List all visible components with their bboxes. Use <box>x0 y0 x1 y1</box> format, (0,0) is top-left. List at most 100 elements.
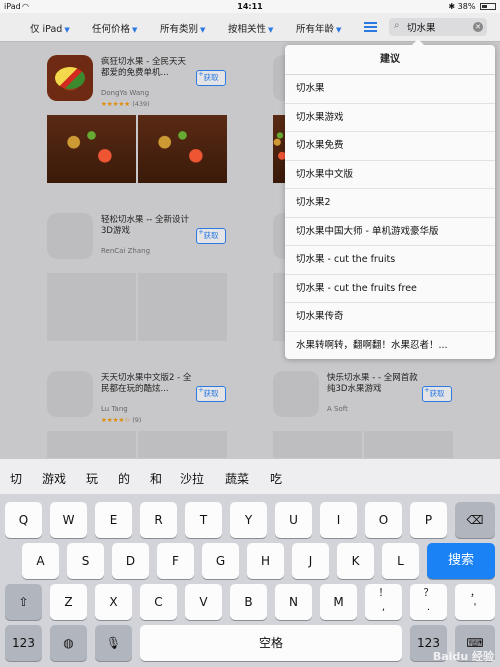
filter-age[interactable]: 所有年龄 ▼ <box>296 21 341 35</box>
app-name: 轻松切水果 -- 全新设计3D游戏 <box>101 215 190 236</box>
app-icon <box>47 371 93 417</box>
suggestion-item[interactable]: 水果转啊转，翻啊翻！水果忍者！... <box>285 332 495 361</box>
search-input[interactable] <box>407 18 469 36</box>
key-e[interactable]: E <box>95 502 132 538</box>
key-a[interactable]: A <box>22 543 59 579</box>
backspace-key[interactable]: ⌫ <box>455 502 495 538</box>
chevron-down-icon: ▼ <box>200 26 206 34</box>
app-screenshot <box>47 431 136 458</box>
suggestion-item[interactable]: 切水果免费 <box>285 132 495 161</box>
candidate-word[interactable]: 蔬菜 <box>225 470 249 487</box>
bluetooth-icon: ✱ <box>448 2 456 11</box>
app-screenshot <box>138 273 227 341</box>
suggestion-item[interactable]: 切水果 <box>285 75 495 104</box>
suggestions-title: 建议 <box>285 45 495 75</box>
app-developer: A Soft <box>327 405 348 413</box>
app-screenshot <box>138 115 227 183</box>
search-key[interactable]: 搜索 <box>427 543 495 579</box>
suggestion-item[interactable]: 切水果 - cut the fruits <box>285 246 495 275</box>
app-icon <box>47 55 93 101</box>
key-exclaim-comma[interactable]: ！ , <box>365 584 402 620</box>
key-p[interactable]: P <box>410 502 447 538</box>
globe-key[interactable]: ◍ <box>50 625 87 661</box>
suggestions-popover: 建议 切水果 切水果游戏 切水果免费 切水果中文版 切水果2 切水果中国大师 -… <box>285 39 495 361</box>
app-developer: RenCai Zhang <box>101 247 151 255</box>
dictation-key[interactable]: 🎙 <box>95 625 132 661</box>
clear-icon[interactable]: ✕ <box>473 22 483 32</box>
key-d[interactable]: D <box>112 543 149 579</box>
app-icon <box>273 371 319 417</box>
key-v[interactable]: V <box>185 584 222 620</box>
key-x[interactable]: X <box>95 584 132 620</box>
candidate-word[interactable]: 切 <box>10 470 22 487</box>
key-q[interactable]: Q <box>5 502 42 538</box>
app-screenshot <box>47 115 136 183</box>
key-f[interactable]: F <box>157 543 194 579</box>
key-question-period[interactable]: ？ . <box>410 584 447 620</box>
key-n[interactable]: N <box>275 584 312 620</box>
key-k[interactable]: K <box>337 543 374 579</box>
suggestion-item[interactable]: 切水果中文版 <box>285 161 495 189</box>
suggestion-item[interactable]: 切水果2 <box>285 189 495 218</box>
key-r[interactable]: R <box>140 502 177 538</box>
candidate-word[interactable]: 和 <box>150 470 162 487</box>
key-u[interactable]: U <box>275 502 312 538</box>
key-o[interactable]: O <box>365 502 402 538</box>
app-developer: Lu Tang <box>101 405 128 413</box>
filter-toolbar: 仅 iPad▼ 任何价格▼ 所有类别▼ 按相关性▼ 所有年龄▼ ⌕ ✕ <box>0 13 500 42</box>
search-bar[interactable]: ⌕ ✕ <box>389 18 487 36</box>
status-bar: iPad ◠ 14:11 ✱ 38% <box>0 0 500 13</box>
suggestion-item[interactable]: 切水果游戏 <box>285 104 495 132</box>
chevron-down-icon: ▼ <box>64 26 70 34</box>
key-l[interactable]: L <box>382 543 419 579</box>
app-name: 快乐切水果 - - 全网首款纯3D水果游戏 <box>327 373 418 394</box>
key-z[interactable]: Z <box>50 584 87 620</box>
key-c[interactable]: C <box>140 584 177 620</box>
on-screen-keyboard: Q W E R T Y U I O P ⌫ A S D F G H J K L … <box>0 494 500 667</box>
key-w[interactable]: W <box>50 502 87 538</box>
key-comma-apostrophe[interactable]: ， ' <box>455 584 495 620</box>
backspace-icon: ⌫ <box>466 513 484 527</box>
filter-category[interactable]: 所有类别 ▼ <box>160 21 205 35</box>
chevron-down-icon: ▼ <box>336 26 342 34</box>
battery-icon <box>480 3 496 10</box>
suggestion-item[interactable]: 切水果传奇 <box>285 303 495 332</box>
app-name: 疯狂切水果 - 全民天天都爱的免费单机... <box>101 57 186 78</box>
numbers-key[interactable]: 123 <box>5 625 42 661</box>
app-icon <box>47 213 93 259</box>
key-m[interactable]: M <box>320 584 357 620</box>
filter-sort[interactable]: 按相关性 ▼ <box>228 21 273 35</box>
shift-key[interactable]: ⇧ <box>5 584 42 620</box>
app-screenshot <box>364 431 453 458</box>
battery-indicator: ✱ 38% <box>448 2 496 11</box>
search-icon: ⌕ <box>394 20 400 31</box>
key-y[interactable]: Y <box>230 502 267 538</box>
get-button[interactable]: 获取 <box>196 67 226 86</box>
app-screenshot <box>273 431 362 458</box>
key-j[interactable]: J <box>292 543 329 579</box>
watermark: Baidu 经验 <box>432 650 494 663</box>
filter-device[interactable]: 仅 iPad ▼ <box>30 21 70 35</box>
key-s[interactable]: S <box>67 543 104 579</box>
app-screenshot <box>138 431 227 458</box>
space-key[interactable]: 空格 <box>140 625 402 661</box>
candidate-word[interactable]: 游戏 <box>42 470 66 487</box>
candidate-word[interactable]: 的 <box>118 470 130 487</box>
key-t[interactable]: T <box>185 502 222 538</box>
candidate-word[interactable]: 沙拉 <box>180 470 204 487</box>
key-b[interactable]: B <box>230 584 267 620</box>
filter-price[interactable]: 任何价格 ▼ <box>92 21 137 35</box>
key-g[interactable]: G <box>202 543 239 579</box>
microphone-icon: 🎙 <box>105 636 122 650</box>
list-view-icon[interactable] <box>364 22 377 32</box>
get-button[interactable]: 获取 <box>422 383 452 402</box>
key-i[interactable]: I <box>320 502 357 538</box>
key-h[interactable]: H <box>247 543 284 579</box>
get-button[interactable]: 获取 <box>196 225 226 244</box>
candidate-word[interactable]: 吃 <box>270 470 282 487</box>
suggestion-item[interactable]: 切水果中国大师 - 单机游戏豪华版 <box>285 218 495 246</box>
app-rating: ★★★★☆ (9) <box>101 416 142 424</box>
suggestion-item[interactable]: 切水果 - cut the fruits free <box>285 275 495 303</box>
candidate-word[interactable]: 玩 <box>86 470 98 487</box>
get-button[interactable]: 获取 <box>196 383 226 402</box>
